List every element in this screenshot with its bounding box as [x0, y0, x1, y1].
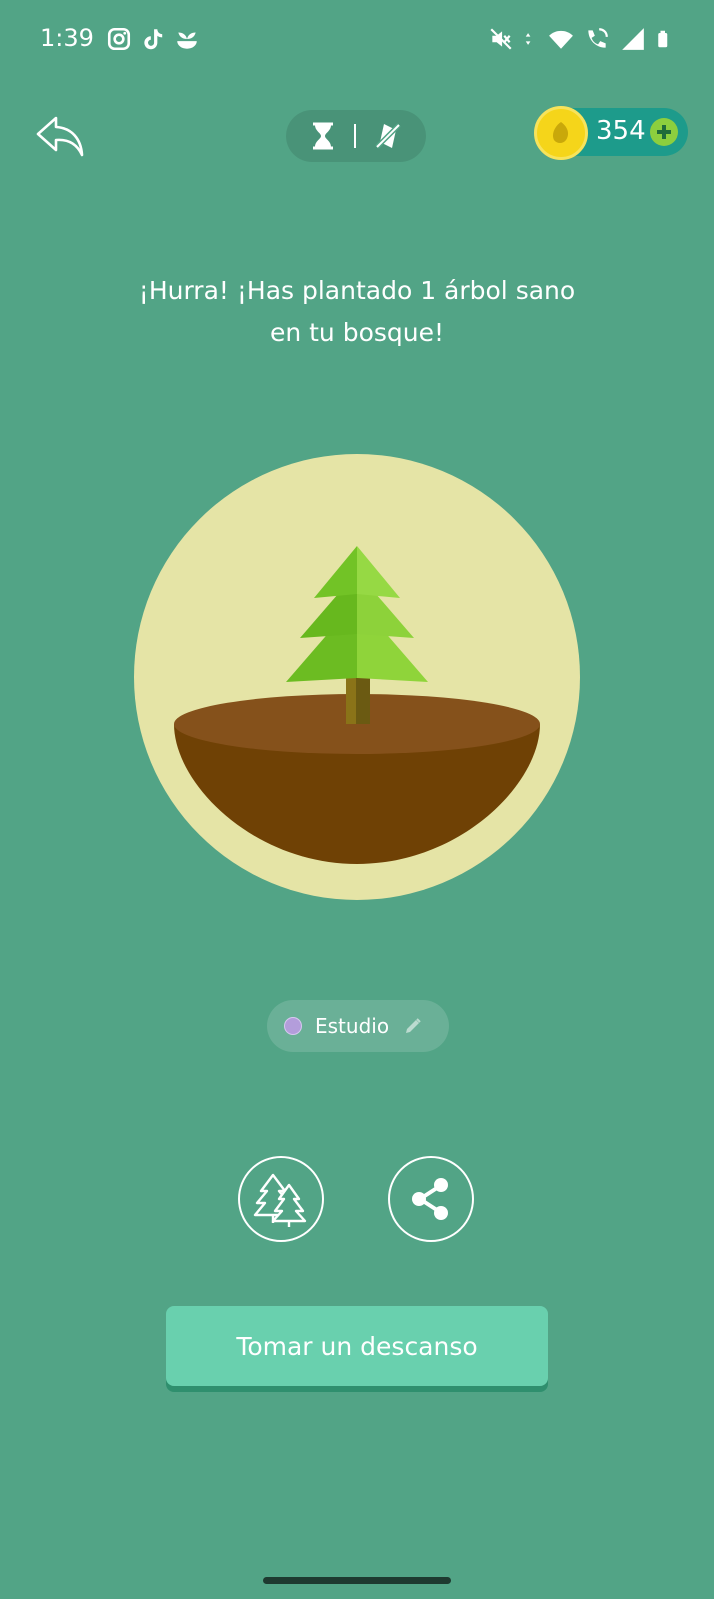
instagram-icon	[107, 27, 131, 51]
tag-label: Estudio	[315, 1014, 390, 1038]
tree-illustration	[134, 454, 580, 900]
back-arrow-icon[interactable]	[34, 112, 86, 160]
success-message-line-1: ¡Hurra! ¡Has plantado 1 árbol sano	[138, 276, 576, 305]
mode-separator	[354, 124, 356, 148]
success-message-line-2: en tu bosque!	[269, 318, 445, 347]
tiktok-icon	[144, 29, 163, 50]
take-break-button[interactable]: Tomar un descanso	[166, 1306, 548, 1386]
status-time: 1:39	[40, 24, 94, 52]
signal-icon	[622, 28, 644, 50]
forest-sprout-icon	[177, 32, 197, 49]
tag-color-dot	[284, 1017, 302, 1035]
coin-icon	[534, 106, 588, 160]
share-button[interactable]	[388, 1156, 474, 1242]
forest-button[interactable]	[238, 1156, 324, 1242]
tag-chip[interactable]: Estudio	[267, 1000, 449, 1052]
data-arrows-icon	[525, 33, 531, 45]
battery-icon	[658, 30, 668, 48]
share-icon	[412, 1178, 448, 1220]
forest-icon	[253, 1173, 307, 1227]
coin-count: 354	[596, 116, 646, 146]
wifi-calling-icon	[588, 28, 608, 48]
focus-mode-toggle[interactable]	[286, 110, 426, 162]
plus-icon	[657, 125, 671, 139]
status-left-icons	[106, 26, 200, 52]
add-coins-button[interactable]	[650, 118, 678, 146]
wifi-icon	[549, 30, 573, 49]
pencil-icon[interactable]	[403, 1016, 423, 1036]
home-indicator[interactable]	[263, 1577, 451, 1584]
status-right-icons	[488, 26, 674, 52]
no-phone-icon	[375, 123, 401, 149]
mute-icon	[490, 28, 512, 50]
hourglass-icon	[313, 122, 333, 150]
success-message: ¡Hurra! ¡Has plantado 1 árbol sano en tu…	[120, 270, 594, 354]
